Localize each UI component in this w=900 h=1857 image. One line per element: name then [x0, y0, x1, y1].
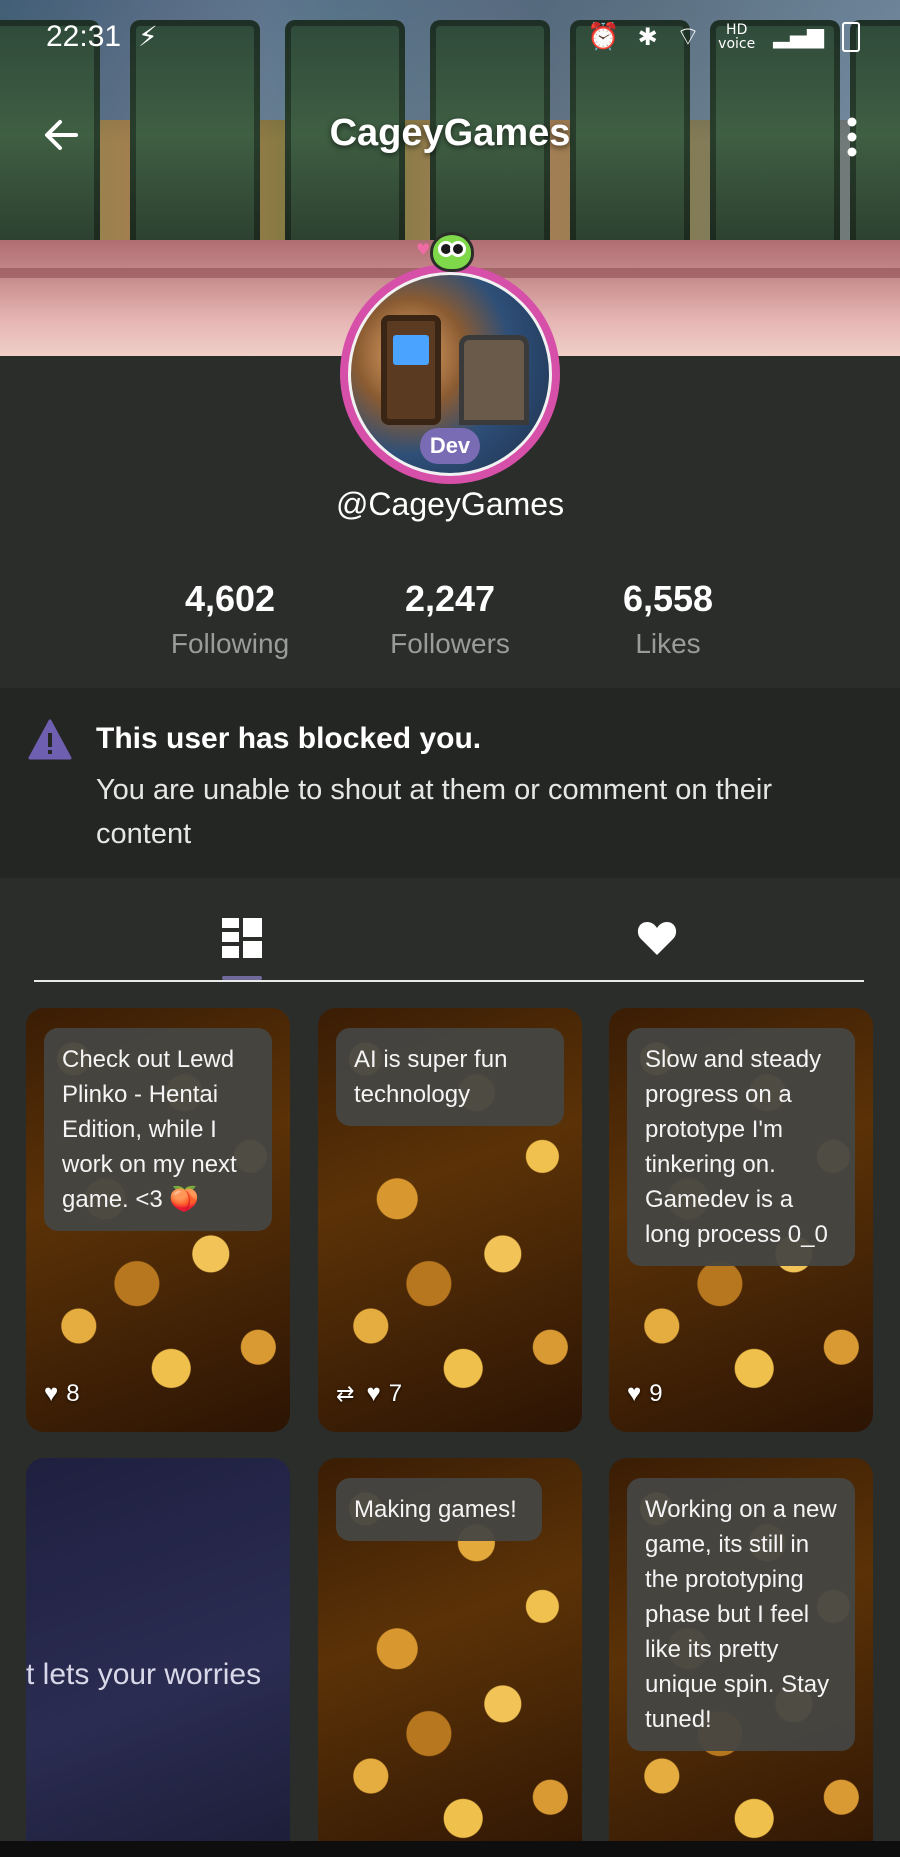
status-icons: ⏰ ✱ ⌔ HD voice ▂▄▆ [587, 20, 860, 53]
stat-label: Likes [635, 628, 701, 659]
dev-badge: Dev [420, 428, 480, 464]
repost-icon: ⇄ [336, 1381, 355, 1406]
like-count: 8 [66, 1380, 80, 1407]
hd-voice-icon: HD voice [718, 21, 756, 52]
stat-value: 6,558 [622, 578, 714, 619]
post-card[interactable]: Slow and steady progress on a prototype … [609, 1008, 873, 1432]
post-text: Check out Lewd Plinko - Hentai Edition, … [44, 1028, 272, 1231]
battery-icon [842, 21, 860, 52]
post-text: AI is super fun technology [336, 1028, 564, 1126]
stat-following[interactable]: 4,602 Following [120, 578, 340, 660]
post-card[interactable]: Making games! [318, 1458, 582, 1857]
post-card[interactable]: Check out Lewd Plinko - Hentai Edition, … [26, 1008, 290, 1432]
stat-likes[interactable]: 6,558 Likes [558, 578, 778, 660]
status-time: 22:31 [46, 20, 122, 53]
bottom-edge [0, 1841, 900, 1857]
status-bar: 22:31 ⚡ ⏰ ✱ ⌔ HD voice ▂▄▆ [0, 0, 900, 74]
page-title: CageyGames [329, 112, 571, 154]
more-options-button[interactable] [830, 112, 874, 162]
tab-likes[interactable] [627, 908, 687, 968]
heart-icon [637, 922, 677, 955]
post-likes: ♥ 8 [44, 1380, 80, 1408]
heart-icon: ♥ [627, 1380, 642, 1407]
more-vertical-icon [847, 117, 857, 157]
post-card[interactable]: Working on a new game, its still in the … [609, 1458, 873, 1857]
like-count: 7 [388, 1380, 403, 1407]
frog-mascot-icon [430, 232, 474, 272]
warning-icon [28, 719, 72, 760]
alarm-icon: ⏰ [587, 21, 620, 52]
charging-bolt-icon: ⚡ [138, 20, 158, 53]
stat-value: 2,247 [404, 578, 496, 619]
grid-icon [222, 918, 262, 958]
blocked-message: You are unable to shout at them or comme… [96, 774, 773, 850]
posts-grid: Check out Lewd Plinko - Hentai Edition, … [0, 1008, 900, 1857]
profile-stats: 4,602 Following 2,247 Followers 6,558 Li… [0, 578, 900, 668]
post-likes: ⇄ ♥ 7 [336, 1380, 402, 1408]
profile-tabs [0, 878, 900, 986]
heart-decoration-icon: ♥ [416, 240, 431, 259]
post-card[interactable]: AI is super fun technology ⇄ ♥ 7 [318, 1008, 582, 1432]
post-text: Slow and steady progress on a prototype … [627, 1028, 855, 1266]
post-text: Making games! [336, 1478, 542, 1541]
bluetooth-icon: ✱ [637, 22, 658, 51]
blocked-title: This user has blocked you. [96, 722, 482, 755]
stat-label: Following [170, 628, 290, 659]
tab-divider [34, 980, 864, 982]
stat-followers[interactable]: 2,247 Followers [340, 578, 560, 660]
tab-posts[interactable] [212, 908, 272, 968]
stat-value: 4,602 [184, 578, 276, 619]
like-count: 9 [649, 1380, 663, 1407]
stat-label: Followers [390, 628, 510, 659]
heart-icon: ♥ [366, 1380, 381, 1407]
wifi-icon: ⌔ [675, 22, 701, 52]
top-app-bar: CageyGames [0, 90, 900, 180]
post-overlay-text: t lets your worries [26, 1658, 262, 1691]
post-card[interactable]: t lets your worries [26, 1458, 290, 1857]
post-likes: ♥ 9 [627, 1380, 663, 1408]
signal-icon: ▂▄▆ [773, 24, 824, 49]
blocked-notice: This user has blocked you. You are unabl… [0, 688, 900, 878]
heart-icon: ♥ [44, 1380, 59, 1407]
post-text: Working on a new game, its still in the … [627, 1478, 855, 1751]
profile-handle: @CageyGames [335, 486, 565, 522]
